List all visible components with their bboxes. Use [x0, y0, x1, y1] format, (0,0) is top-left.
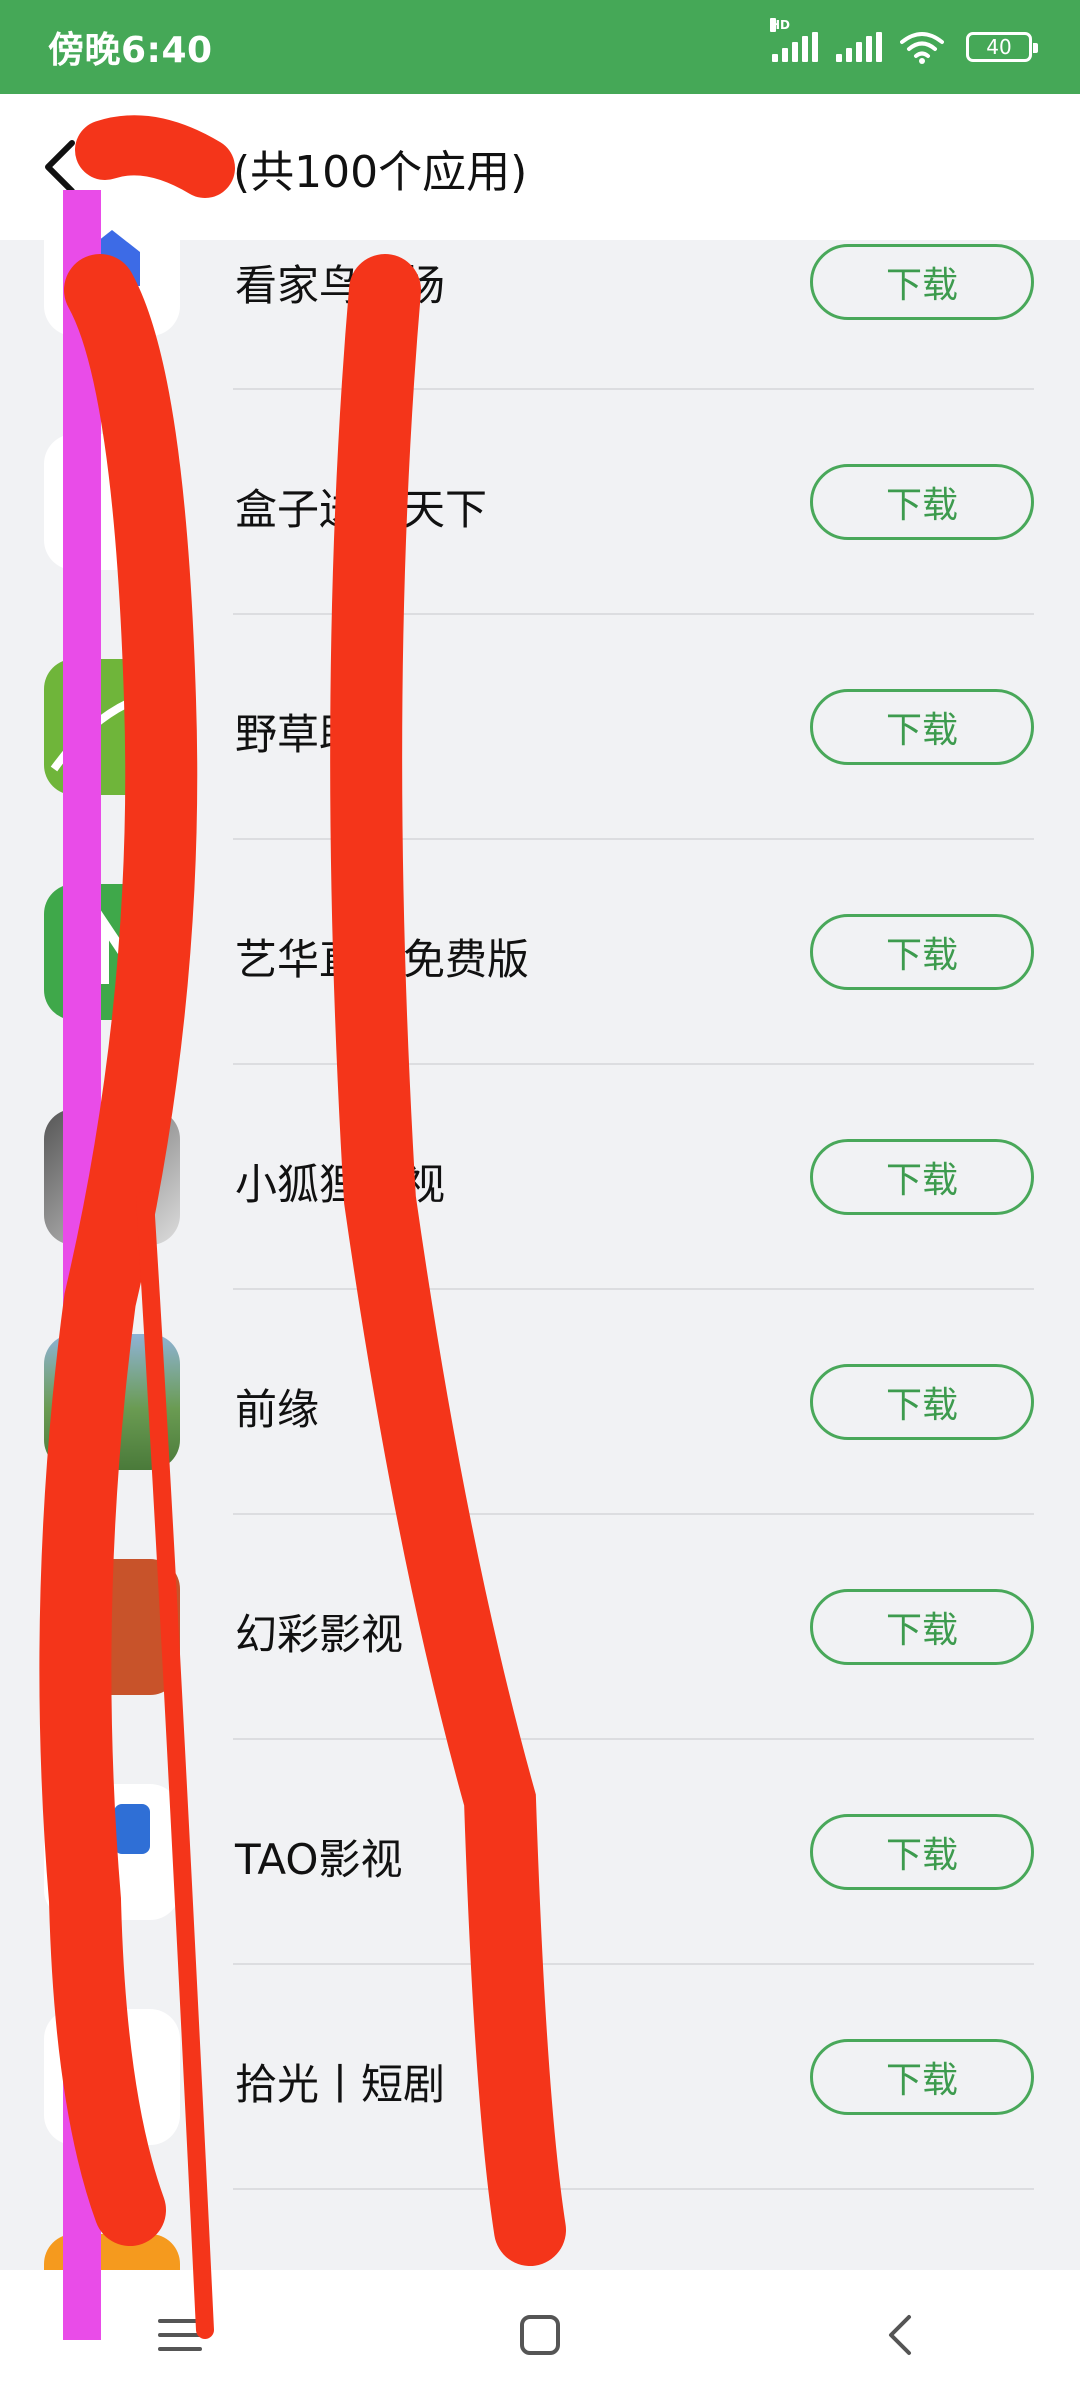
recent-apps-button[interactable]: [120, 2275, 240, 2395]
home-button[interactable]: [480, 2275, 600, 2395]
app-name: 艺华直播免费版: [235, 935, 530, 984]
app-icon: [44, 659, 180, 795]
app-name: 盒子送盈天下: [235, 485, 488, 534]
list-item[interactable]: TAO影视 下载: [0, 1740, 1080, 1965]
list-item[interactable]: 前缘 下载: [0, 1290, 1080, 1515]
house-icon: [84, 230, 140, 286]
list-item[interactable]: 看家鸟市场 下载: [0, 200, 1080, 390]
app-icon: [44, 1559, 180, 1695]
app-icon: [44, 1109, 180, 1245]
hd-badge: HD: [770, 18, 791, 32]
signal-icon: [836, 32, 882, 62]
list-item[interactable]: 盒子送盈天下 下载: [0, 390, 1080, 615]
list-item[interactable]: 拾光丨短剧 下载: [0, 1965, 1080, 2190]
download-button[interactable]: 下载: [810, 689, 1034, 765]
tao-logo-icon: [52, 1804, 150, 1906]
list-item[interactable]: 艺华直播免费版 下载: [0, 840, 1080, 1065]
n-logo-icon: [99, 907, 149, 1001]
signal-hd-icon: HD: [770, 18, 818, 62]
back-triangle-icon: [889, 2315, 911, 2355]
list-item[interactable]: 幻彩影视 下载: [0, 1515, 1080, 1740]
status-time: 傍晚6:40: [48, 30, 213, 71]
app-icon: [44, 884, 180, 1020]
battery-icon: 40: [966, 32, 1038, 62]
app-name: 前缘: [235, 1385, 320, 1434]
status-bar: 傍晚6:40 HD 40: [0, 0, 1080, 94]
app-name: 小狐狸影视: [235, 1160, 446, 1209]
list-item[interactable]: 野草助 下载: [0, 615, 1080, 840]
app-name: 拾光丨短剧: [235, 2060, 446, 2109]
download-button[interactable]: 下载: [810, 1139, 1034, 1215]
wifi-icon: [900, 32, 944, 64]
navigation-bar: [0, 2270, 1080, 2400]
app-name: TAO影视: [235, 1835, 403, 1884]
back-button[interactable]: [30, 132, 90, 202]
app-name: 看家鸟市场: [235, 261, 446, 310]
battery-level: 40: [986, 35, 1012, 59]
app-list: 看家鸟市场 下载 盒子送盈天下 下载 野草助 下载 艺华直播免费版 下载 小狐狸…: [0, 200, 1080, 2370]
system-back-button[interactable]: [840, 2275, 960, 2395]
app-icon: [44, 1334, 180, 1470]
status-icons: HD 40: [770, 18, 1038, 64]
app-icon: [44, 1784, 180, 1920]
chevron-left-icon: [45, 140, 75, 194]
download-button[interactable]: 下载: [810, 244, 1034, 320]
app-name: 幻彩影视: [235, 1610, 404, 1659]
download-button[interactable]: 下载: [810, 2039, 1034, 2115]
page-title: 7(共100个应用): [205, 147, 528, 198]
app-icon: [44, 200, 180, 336]
download-button[interactable]: 下载: [810, 1364, 1034, 1440]
app-icon: [44, 434, 180, 570]
download-button[interactable]: 下载: [810, 1814, 1034, 1890]
download-button[interactable]: 下载: [810, 464, 1034, 540]
list-item[interactable]: 小狐狸影视 下载: [0, 1065, 1080, 1290]
app-name: 野草助: [235, 710, 362, 759]
home-square-icon: [520, 2315, 560, 2355]
app-icon: [44, 2009, 180, 2145]
download-button[interactable]: 下载: [810, 1589, 1034, 1665]
leaf-icon: [50, 685, 175, 772]
menu-icon: [158, 2319, 202, 2351]
download-button[interactable]: 下载: [810, 914, 1034, 990]
